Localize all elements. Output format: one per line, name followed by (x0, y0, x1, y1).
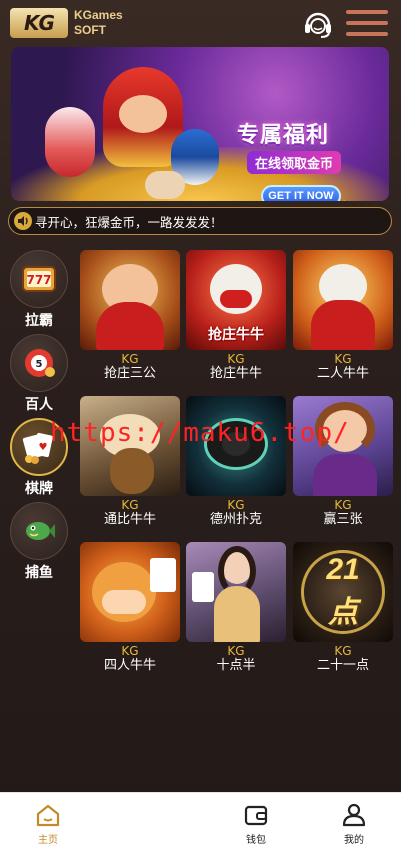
speaker-icon (14, 212, 32, 230)
game-thumbnail[interactable] (80, 250, 180, 350)
nav-home[interactable]: 主页 (18, 803, 78, 846)
nav-wallet[interactable]: 钱包 (226, 803, 286, 846)
user-icon (342, 803, 366, 827)
fortune-god-face (119, 95, 167, 133)
game-name: 通比牛牛 (103, 512, 156, 527)
game-brand: KG (334, 352, 352, 366)
game-brand: KG (334, 498, 352, 512)
game-card[interactable]: KG 四人牛牛 (80, 542, 180, 674)
brand-name-line2: SOFT (74, 23, 106, 37)
headset-icon[interactable] (302, 8, 334, 40)
game-brand: KG (227, 498, 245, 512)
game-thumbnail[interactable]: 21点 (293, 542, 393, 642)
pointer-hand-icon: ☝ (337, 197, 347, 201)
game-card[interactable]: KG 二人牛牛 (293, 250, 393, 382)
svg-text:5: 5 (36, 359, 43, 370)
nav-label: 我的 (344, 835, 364, 846)
game-thumbnail[interactable] (186, 542, 286, 642)
svg-text:777: 777 (26, 273, 51, 287)
category-slots[interactable]: 777 拉霸 (8, 250, 70, 330)
fish-icon (26, 522, 55, 540)
banner-subtitle: 在线领取金币 (247, 151, 342, 174)
rabbit-character (45, 107, 95, 177)
category-label: 拉霸 (25, 313, 53, 329)
game-brand: KG (121, 352, 139, 366)
get-it-now-button[interactable]: GET IT NOW (261, 185, 341, 201)
game-name: 抢庄三公 (103, 366, 156, 381)
nav-label: 主页 (38, 835, 58, 846)
wallet-icon (244, 805, 268, 826)
game-brand: KG (227, 644, 245, 658)
game-name: 二人牛牛 (316, 366, 369, 381)
game-name: 二十一点 (316, 658, 369, 673)
game-name: 抢庄牛牛 (209, 366, 262, 381)
game-name: 赢三张 (323, 512, 363, 527)
game-card[interactable]: KG 十点半 (186, 542, 286, 674)
category-label: 捕鱼 (25, 565, 53, 581)
menu-icon[interactable] (346, 10, 388, 40)
game-tag: 21点 (326, 553, 360, 629)
game-thumbnail[interactable] (80, 542, 180, 642)
category-hundred[interactable]: 5 百人 (8, 334, 70, 414)
game-tag: 抢庄牛牛 (208, 327, 264, 343)
brand-name-line1: KGames (74, 8, 123, 22)
logo-text: KGames SOFT (74, 8, 123, 38)
promo-banner[interactable]: 专属福利 在线领取金币 GET IT NOW ☝ (11, 47, 389, 201)
category-label: 百人 (25, 397, 53, 413)
nav-label: 钱包 (246, 835, 266, 846)
game-card[interactable]: KG 德州扑克 (186, 396, 286, 528)
game-brand: KG (227, 352, 245, 366)
marquee-text: 寻开心，狂爆金币，一路发发发！ (35, 214, 223, 230)
game-card[interactable]: KG 通比牛牛 (80, 396, 180, 528)
category-fishing[interactable]: 捕鱼 (8, 502, 70, 582)
announcement-marquee: 寻开心，狂爆金币，一路发发发！ (8, 207, 392, 235)
header: KG KGames SOFT (0, 0, 401, 46)
banner-title: 专属福利 (237, 123, 330, 148)
game-card[interactable]: 抢庄牛牛 KG 抢庄牛牛 (186, 250, 286, 382)
brand-logo[interactable]: KG KGames SOFT (10, 8, 123, 38)
svg-text:♥: ♥ (39, 442, 48, 453)
lottery-ball-icon: 5 (25, 349, 55, 377)
game-thumbnail[interactable]: 抢庄牛牛 (186, 250, 286, 350)
game-brand: KG (121, 498, 139, 512)
game-brand: KG (334, 644, 352, 658)
game-card[interactable]: 21点 KG 二十一点 (293, 542, 393, 674)
game-thumbnail[interactable] (293, 250, 393, 350)
logo-mark: KG (10, 8, 68, 38)
game-name: 四人牛牛 (103, 658, 156, 673)
nav-profile[interactable]: 我的 (324, 803, 384, 846)
ox-character (145, 171, 185, 199)
game-brand: KG (121, 644, 139, 658)
slot-777-icon: 777 (22, 266, 56, 292)
game-name: 德州扑克 (209, 512, 262, 527)
category-label: 棋牌 (25, 481, 53, 497)
game-card[interactable]: KG 赢三张 (293, 396, 393, 528)
bottom-nav: 主页 钱包 我的 (0, 792, 401, 850)
home-icon (36, 804, 60, 827)
game-name: 十点半 (216, 658, 256, 673)
watermark-url: https://maku6.top/ (50, 418, 350, 448)
game-card[interactable]: KG 抢庄三公 (80, 250, 180, 382)
